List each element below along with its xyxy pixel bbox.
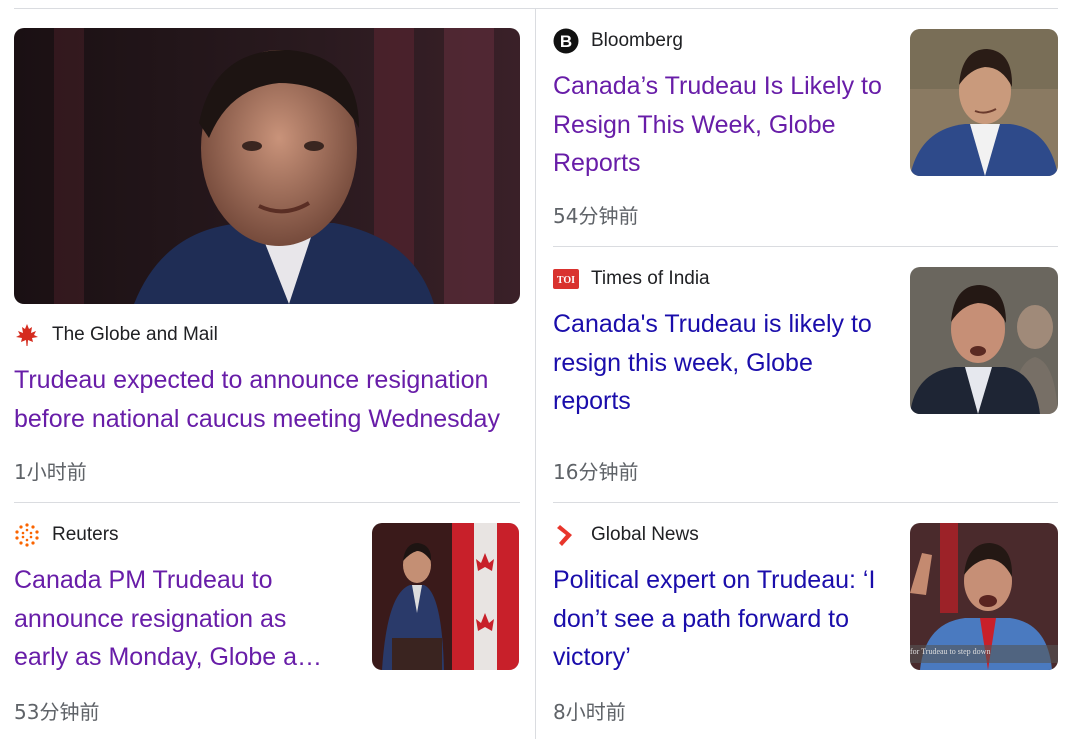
news-card-bloomberg[interactable]: B Bloomberg Canada’s Trudeau Is Likely t… xyxy=(536,0,1080,246)
article-headline[interactable]: Political expert on Trudeau: ‘I don’t se… xyxy=(553,561,893,677)
source-name: Bloomberg xyxy=(591,30,683,51)
svg-text:TOI: TOI xyxy=(557,275,575,286)
news-card-times-of-india[interactable]: TOI Times of India Canada's Trudeau is l… xyxy=(536,247,1080,502)
svg-text:B: B xyxy=(560,32,572,51)
news-card-globe-and-mail[interactable]: The Globe and Mail Trudeau expected to a… xyxy=(0,0,535,500)
source-name: Global News xyxy=(591,524,699,545)
source-name: The Globe and Mail xyxy=(52,324,218,345)
article-headline[interactable]: Canada's Trudeau is likely to resign thi… xyxy=(553,305,883,421)
thumbnail-caption: for Trudeau to step down xyxy=(910,647,991,656)
article-time: 1小时前 xyxy=(14,460,87,484)
source-row: Reuters xyxy=(14,521,119,549)
article-time: 54分钟前 xyxy=(553,204,639,228)
source-row: B Bloomberg xyxy=(553,27,683,55)
source-name: Times of India xyxy=(591,268,710,289)
article-thumbnail[interactable] xyxy=(910,29,1058,176)
article-thumbnail[interactable] xyxy=(910,267,1058,414)
toi-icon: TOI xyxy=(553,266,579,292)
article-thumbnail[interactable] xyxy=(14,28,520,304)
news-card-global-news[interactable]: Global News Political expert on Trudeau:… xyxy=(536,503,1080,739)
article-time: 8小时前 xyxy=(553,700,626,724)
article-thumbnail[interactable] xyxy=(372,523,519,670)
source-row: Global News xyxy=(553,521,699,549)
bloomberg-b-icon: B xyxy=(553,28,579,54)
reuters-dots-icon xyxy=(14,522,40,548)
news-card-reuters[interactable]: Reuters Canada PM Trudeau to announce re… xyxy=(0,503,535,739)
article-thumbnail[interactable]: for Trudeau to step down xyxy=(910,523,1058,670)
article-time: 16分钟前 xyxy=(553,460,639,484)
maple-leaf-icon xyxy=(14,322,40,348)
article-headline[interactable]: Canada’s Trudeau Is Likely to Resign Thi… xyxy=(553,67,883,183)
article-time: 53分钟前 xyxy=(14,700,100,724)
article-headline[interactable]: Trudeau expected to announce resignation… xyxy=(14,361,524,438)
global-news-chevron-icon xyxy=(553,522,579,548)
source-row: TOI Times of India xyxy=(553,265,710,293)
source-row: The Globe and Mail xyxy=(14,321,218,349)
article-headline[interactable]: Canada PM Trudeau to announce resignatio… xyxy=(14,561,344,677)
source-name: Reuters xyxy=(52,524,119,545)
